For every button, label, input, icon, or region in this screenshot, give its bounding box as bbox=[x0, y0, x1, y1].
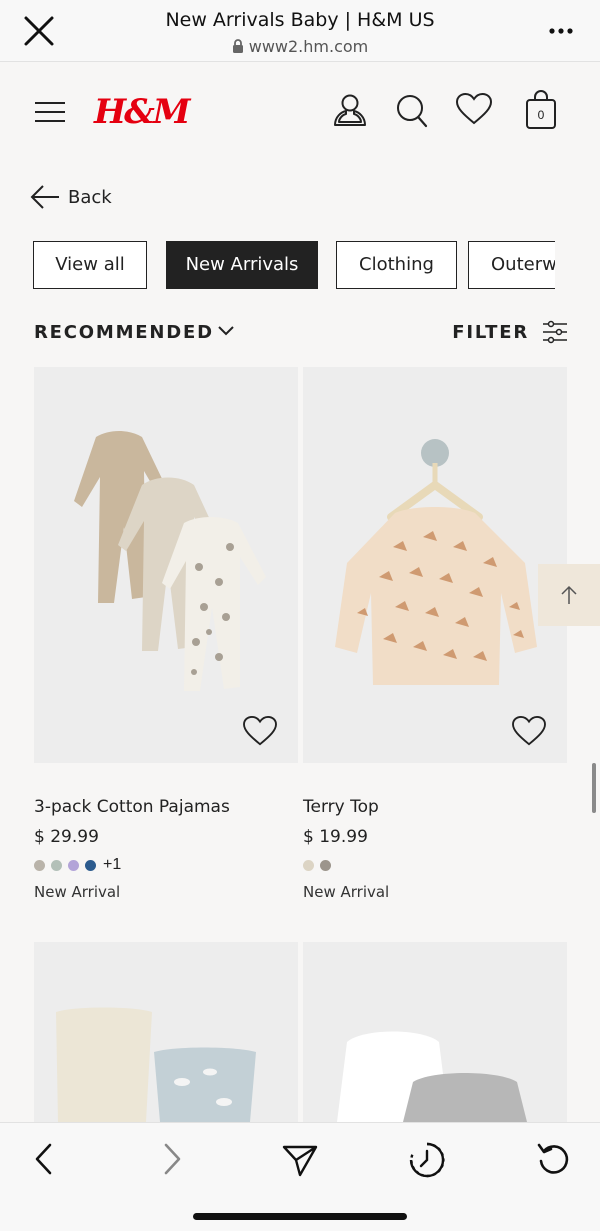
product-image[interactable] bbox=[303, 942, 567, 1122]
hm-logo[interactable]: H&M bbox=[94, 92, 190, 132]
shopping-bag-icon[interactable]: 0 bbox=[523, 90, 559, 130]
search-icon[interactable] bbox=[395, 92, 429, 128]
back-label: Back bbox=[68, 186, 112, 208]
terry-top-illustration bbox=[335, 439, 537, 685]
color-swatch[interactable] bbox=[85, 859, 96, 871]
url-display[interactable]: www2.hm.com bbox=[0, 37, 600, 56]
color-swatch[interactable] bbox=[34, 859, 45, 871]
share-icon[interactable] bbox=[282, 1143, 318, 1177]
lock-icon bbox=[232, 39, 243, 53]
product-price: $ 29.99 bbox=[34, 827, 99, 847]
color-swatch[interactable] bbox=[51, 859, 62, 871]
filter-sliders-icon[interactable] bbox=[543, 320, 567, 344]
new-arrival-badge: New Arrival bbox=[34, 883, 121, 901]
sort-dropdown[interactable]: RECOMMENDED bbox=[34, 322, 214, 343]
color-swatch[interactable] bbox=[320, 859, 331, 871]
product-card[interactable] bbox=[303, 942, 567, 1122]
product-card[interactable]: 3-pack Cotton Pajamas $ 29.99 +1 New Arr… bbox=[34, 367, 298, 901]
back-arrow-icon[interactable] bbox=[32, 1141, 56, 1177]
leggings-illustration bbox=[56, 1007, 256, 1122]
product-name[interactable]: 3-pack Cotton Pajamas bbox=[34, 797, 298, 817]
cart-count: 0 bbox=[538, 108, 545, 122]
browser-top-bar: New Arrivals Baby | H&M US www2.hm.com bbox=[0, 0, 600, 62]
product-image[interactable] bbox=[34, 367, 298, 763]
pajamas-illustration bbox=[74, 431, 266, 691]
color-swatches: +1 bbox=[34, 856, 298, 874]
bodysuits-illustration bbox=[337, 1031, 527, 1122]
favorites-icon[interactable] bbox=[455, 92, 493, 126]
product-name[interactable]: Terry Top bbox=[303, 797, 567, 817]
more-options-icon[interactable] bbox=[548, 24, 574, 38]
reload-icon[interactable] bbox=[536, 1141, 572, 1177]
site-header: H&M 0 bbox=[0, 62, 600, 162]
scroll-to-top-button[interactable] bbox=[538, 564, 600, 626]
scrollbar[interactable] bbox=[592, 763, 596, 813]
arrow-left-icon bbox=[30, 185, 59, 209]
arrow-up-icon bbox=[561, 585, 577, 604]
chevron-down-icon[interactable] bbox=[218, 326, 234, 336]
favorite-heart-icon[interactable] bbox=[511, 715, 547, 747]
account-icon[interactable] bbox=[332, 92, 368, 128]
product-image[interactable] bbox=[34, 942, 298, 1122]
page-title: New Arrivals Baby | H&M US bbox=[165, 9, 435, 31]
browser-bottom-toolbar bbox=[0, 1122, 600, 1231]
sort-filter-bar: RECOMMENDED FILTER bbox=[34, 318, 567, 350]
new-arrival-badge: New Arrival bbox=[303, 883, 390, 901]
filter-button[interactable]: FILTER bbox=[452, 322, 529, 343]
more-colors-count: +1 bbox=[103, 856, 122, 873]
home-indicator bbox=[193, 1213, 407, 1220]
url-text: www2.hm.com bbox=[248, 37, 369, 56]
product-image[interactable] bbox=[303, 367, 567, 763]
chip-view-all[interactable]: View all bbox=[33, 241, 147, 289]
color-swatches bbox=[303, 856, 567, 874]
menu-icon[interactable] bbox=[34, 100, 66, 124]
color-swatch[interactable] bbox=[68, 859, 79, 871]
product-price: $ 19.99 bbox=[303, 827, 368, 847]
category-chips: View all New Arrivals Clothing Outerw bbox=[33, 241, 555, 289]
back-link[interactable]: Back bbox=[30, 180, 112, 214]
product-card[interactable] bbox=[34, 942, 298, 1122]
chip-outerwear[interactable]: Outerw bbox=[468, 241, 555, 289]
history-clock-icon[interactable] bbox=[408, 1141, 446, 1179]
chip-new-arrivals[interactable]: New Arrivals bbox=[166, 241, 318, 289]
product-card[interactable]: Terry Top $ 19.99 New Arrival bbox=[303, 367, 567, 901]
color-swatch[interactable] bbox=[303, 859, 314, 871]
favorite-heart-icon[interactable] bbox=[242, 715, 278, 747]
chip-clothing[interactable]: Clothing bbox=[336, 241, 457, 289]
forward-arrow-icon[interactable] bbox=[160, 1141, 184, 1177]
